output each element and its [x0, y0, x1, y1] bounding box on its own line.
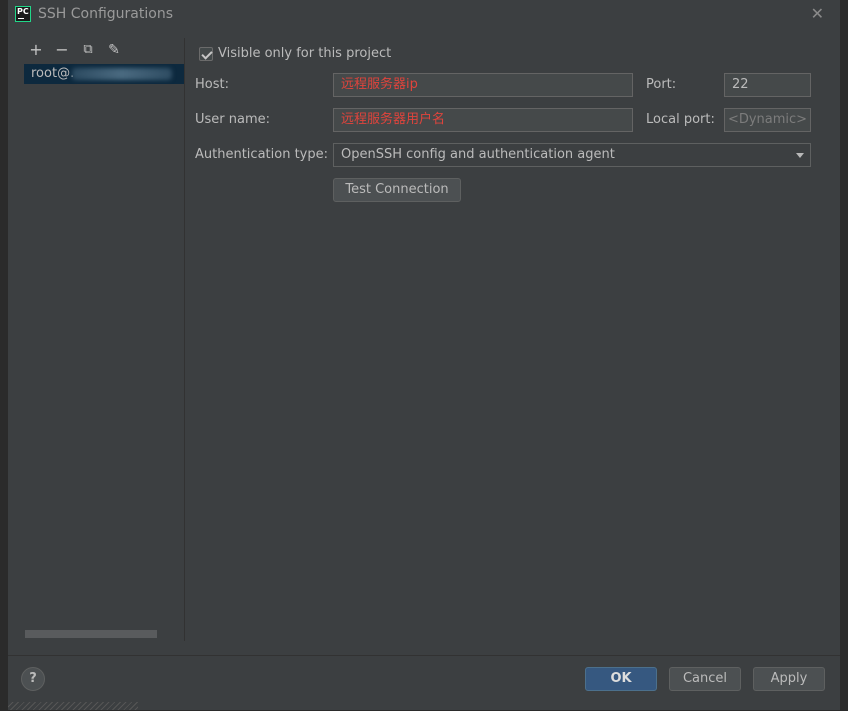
- ok-button[interactable]: OK: [585, 667, 657, 691]
- port-label: Port:: [646, 77, 677, 92]
- background-editor: [0, 0, 8, 710]
- apply-button[interactable]: Apply: [753, 667, 825, 691]
- pycharm-app-icon: PC: [15, 6, 31, 22]
- auth-type-value: OpenSSH config and authentication agent: [341, 147, 615, 162]
- horizontal-scrollbar[interactable]: [25, 630, 157, 638]
- cancel-button[interactable]: Cancel: [669, 667, 741, 691]
- dialog-title: SSH Configurations: [38, 6, 173, 22]
- visible-only-checkbox[interactable]: [199, 47, 213, 61]
- list-item-label: root@.: [31, 66, 75, 81]
- remove-icon[interactable]: −: [52, 40, 72, 60]
- auth-type-select[interactable]: OpenSSH config and authentication agent: [333, 143, 811, 167]
- add-icon[interactable]: +: [26, 40, 46, 60]
- host-input[interactable]: 远程服务器ip: [333, 73, 633, 97]
- list-item[interactable]: root@.: [24, 64, 184, 84]
- redacted-host: [72, 68, 172, 80]
- test-connection-button[interactable]: Test Connection: [333, 178, 461, 202]
- local-port-input[interactable]: <Dynamic>: [724, 108, 811, 132]
- configurations-list-panel: + − ⧉ ✎ root@.: [24, 38, 185, 641]
- username-label: User name:: [195, 112, 271, 127]
- host-label: Host:: [195, 77, 229, 92]
- visible-only-label: Visible only for this project: [218, 46, 392, 61]
- username-input[interactable]: 远程服务器用户名: [333, 108, 633, 132]
- local-port-label: Local port:: [646, 112, 715, 127]
- copy-icon[interactable]: ⧉: [78, 40, 98, 60]
- chevron-down-icon: [796, 153, 804, 158]
- resize-edge: [8, 702, 138, 710]
- ssh-configurations-dialog: PC SSH Configurations ✕ + − ⧉ ✎ root@. V…: [8, 0, 841, 710]
- auth-type-label: Authentication type:: [195, 147, 328, 162]
- close-icon[interactable]: ✕: [811, 4, 824, 23]
- title-bar: PC SSH Configurations ✕: [8, 0, 840, 30]
- help-icon[interactable]: ?: [21, 667, 45, 691]
- port-input[interactable]: 22: [724, 73, 811, 97]
- edit-icon[interactable]: ✎: [104, 40, 124, 60]
